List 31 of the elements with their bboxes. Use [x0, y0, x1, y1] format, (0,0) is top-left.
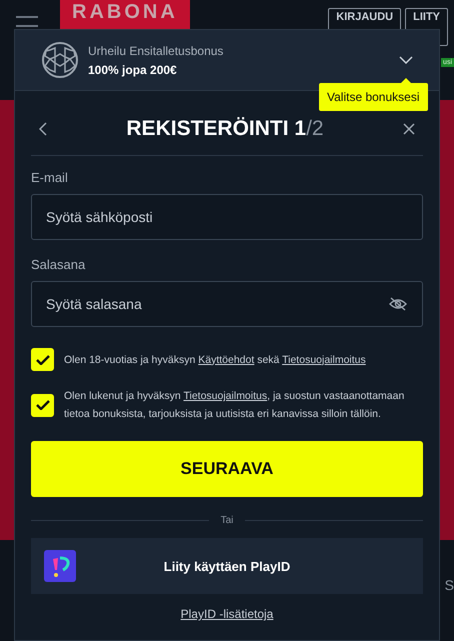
- terms-link[interactable]: Tietosuojailmoitus: [282, 354, 366, 366]
- consent-text: Olen lukenut ja hyväksyn Tietosuojailmoitus, ja suostun vastaanottamaan tietoa bonuksista, tarjouksista ja uutisista eri kanavissa silloin tällöin.: [64, 389, 406, 422]
- form-title: REKISTERÖINTI 1/2: [126, 117, 324, 141]
- chevron-icon[interactable]: [399, 56, 413, 64]
- side-text: S: [444, 577, 454, 593]
- menu-icon[interactable]: [16, 16, 38, 28]
- bonus-offer: 100% jopa 200€: [88, 62, 178, 76]
- email-field[interactable]: Syötä sähköposti: [31, 194, 423, 240]
- playid-button[interactable]: Liity käyttäen PlayID: [31, 538, 423, 594]
- eye-slash-icon[interactable]: [389, 297, 407, 311]
- close-icon[interactable]: [403, 123, 415, 135]
- football-icon: [42, 42, 78, 78]
- checkbox[interactable]: [31, 394, 54, 416]
- bonus-selector[interactable]: Urheilu Ensitalletusbonus 100% jopa 200€: [15, 30, 439, 91]
- password-field[interactable]: Syötä salasana: [31, 281, 423, 327]
- playid-logo-icon: [44, 550, 76, 582]
- bonus-title: Urheilu Ensitalletusbonus: [88, 44, 224, 58]
- next-button[interactable]: SEURAAVA: [31, 441, 423, 497]
- terms-link[interactable]: Tietosuojailmoitus: [183, 390, 268, 402]
- field-label: Salasana: [31, 257, 86, 272]
- checkbox[interactable]: [31, 348, 54, 371]
- field-label: E-mail: [31, 170, 69, 185]
- consent-text: Olen 18-vuotias ja hyväksyn Käyttöehdot sekä Tietosuojailmoitus: [64, 352, 366, 368]
- terms-link[interactable]: Käyttöehdot: [198, 354, 254, 366]
- tooltip: Valitse bonuksesi: [319, 83, 428, 111]
- checkmark-icon: [36, 400, 50, 410]
- playid-info-link[interactable]: PlayID -lisätietoja: [180, 607, 274, 621]
- tooltip-pointer: [401, 78, 411, 83]
- back-icon[interactable]: [39, 122, 47, 136]
- checkmark-icon: [36, 354, 50, 364]
- divider-text: Tai: [220, 515, 234, 526]
